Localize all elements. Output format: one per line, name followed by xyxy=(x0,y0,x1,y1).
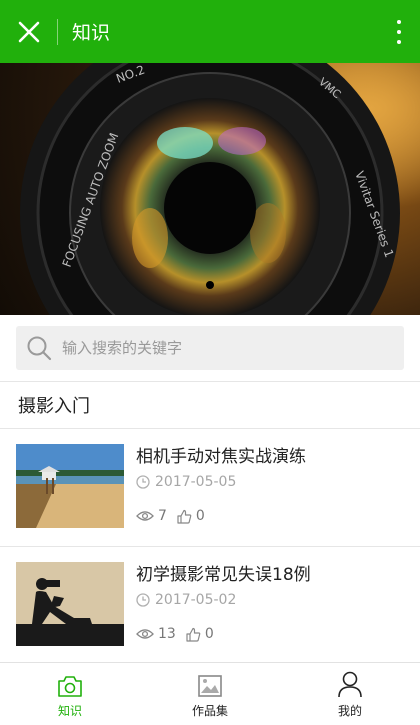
close-icon xyxy=(18,21,39,42)
gallery-icon xyxy=(198,675,222,697)
top-bar: 知识 xyxy=(0,0,420,63)
views-count: 13 xyxy=(158,626,176,642)
section-title: 摄影入门 xyxy=(18,396,90,417)
thumbs-up-icon xyxy=(177,509,192,524)
close-button[interactable] xyxy=(0,0,57,63)
clock-icon xyxy=(136,593,150,607)
article-title: 初学摄影常见失误18例 xyxy=(136,565,311,585)
article-thumbnail xyxy=(16,562,124,646)
tab-portfolio[interactable]: 作品集 xyxy=(140,663,280,725)
article-date: 2017-05-02 xyxy=(136,592,236,608)
views-stat: 7 xyxy=(136,508,167,524)
article-stats: 7 0 xyxy=(136,508,215,524)
article-thumbnail xyxy=(16,444,124,528)
thumbs-up-icon xyxy=(186,627,201,642)
banner-image[interactable]: FOCUSING AUTO ZOOM NO.2 VMC Vivitar Seri… xyxy=(0,63,420,315)
article-list-item[interactable]: 相机手动对焦实战演练 2017-05-05 7 0 xyxy=(0,428,420,546)
article-list-item[interactable]: 初学摄影常见失误18例 2017-05-02 13 0 xyxy=(0,546,420,664)
article-date-text: 2017-05-02 xyxy=(155,592,237,608)
likes-count: 0 xyxy=(195,508,205,524)
likes-stat[interactable]: 0 xyxy=(177,508,205,524)
user-icon xyxy=(338,671,362,698)
more-menu-button[interactable] xyxy=(392,20,406,44)
search-section xyxy=(0,315,420,381)
bottom-tab-bar: 知识 作品集 我的 xyxy=(0,662,420,725)
views-count: 7 xyxy=(158,508,167,524)
views-stat: 13 xyxy=(136,626,176,642)
article-date: 2017-05-05 xyxy=(136,474,236,490)
divider xyxy=(0,381,420,382)
tab-me[interactable]: 我的 xyxy=(280,663,420,725)
article-date-text: 2017-05-05 xyxy=(155,474,237,490)
more-dot-icon xyxy=(397,20,401,24)
search-icon xyxy=(27,336,52,361)
tab-me-label: 我的 xyxy=(337,704,362,718)
more-dot-icon xyxy=(397,30,401,34)
header-divider xyxy=(57,18,58,45)
eye-icon xyxy=(136,629,154,639)
camera-lens-illustration: FOCUSING AUTO ZOOM NO.2 VMC Vivitar Seri… xyxy=(0,63,420,315)
clock-icon xyxy=(136,475,150,489)
tab-knowledge-label: 知识 xyxy=(57,704,82,718)
eye-icon xyxy=(136,511,154,521)
more-dot-icon xyxy=(397,40,401,44)
camera-icon xyxy=(58,676,82,697)
article-title: 相机手动对焦实战演练 xyxy=(136,447,306,467)
likes-stat[interactable]: 0 xyxy=(186,626,214,642)
search-bar[interactable] xyxy=(16,326,404,370)
article-stats: 13 0 xyxy=(136,626,224,642)
app-root: 知识 FOCUSING AUTO ZOOM NO.2 VMC Vivitar S… xyxy=(0,0,420,725)
page-title: 知识 xyxy=(72,22,111,44)
tab-portfolio-label: 作品集 xyxy=(191,704,228,718)
search-input[interactable] xyxy=(62,339,382,357)
tab-knowledge[interactable]: 知识 xyxy=(0,663,140,725)
likes-count: 0 xyxy=(204,626,214,642)
